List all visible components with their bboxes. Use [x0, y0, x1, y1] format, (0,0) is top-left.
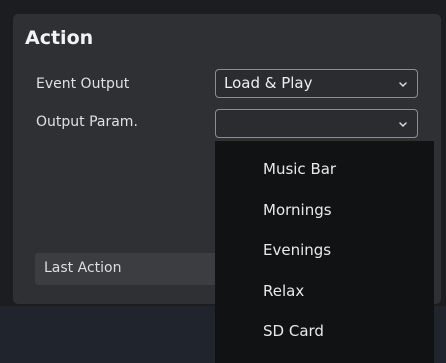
dropdown-option-music-bar[interactable]: Music Bar	[215, 150, 434, 190]
chevron-down-icon	[399, 122, 407, 127]
output-param-select[interactable]	[215, 109, 418, 138]
chevron-down-icon	[399, 82, 407, 87]
event-output-select[interactable]: Load & Play	[215, 69, 418, 98]
dropdown-option-mornings[interactable]: Mornings	[215, 191, 434, 231]
event-output-value: Load & Play	[224, 74, 313, 92]
output-param-dropdown-menu: Music Bar Mornings Evenings Relax SD Car…	[215, 141, 434, 363]
dropdown-option-label: SD Card	[263, 322, 324, 340]
event-output-label: Event Output	[36, 76, 130, 92]
last-action-label: Last Action	[44, 260, 122, 276]
dropdown-option-sd-card[interactable]: SD Card	[215, 312, 434, 352]
dropdown-option-relax[interactable]: Relax	[215, 272, 434, 312]
dropdown-option-evenings[interactable]: Evenings	[215, 231, 434, 271]
panel-title: Action	[25, 27, 94, 49]
output-param-label: Output Param.	[36, 114, 138, 130]
dropdown-option-label: Mornings	[263, 201, 332, 219]
dropdown-option-label: Relax	[263, 282, 305, 300]
dropdown-option-label: Evenings	[263, 241, 332, 259]
last-action-field: Last Action	[35, 253, 220, 285]
dropdown-option-label: Music Bar	[263, 160, 337, 178]
